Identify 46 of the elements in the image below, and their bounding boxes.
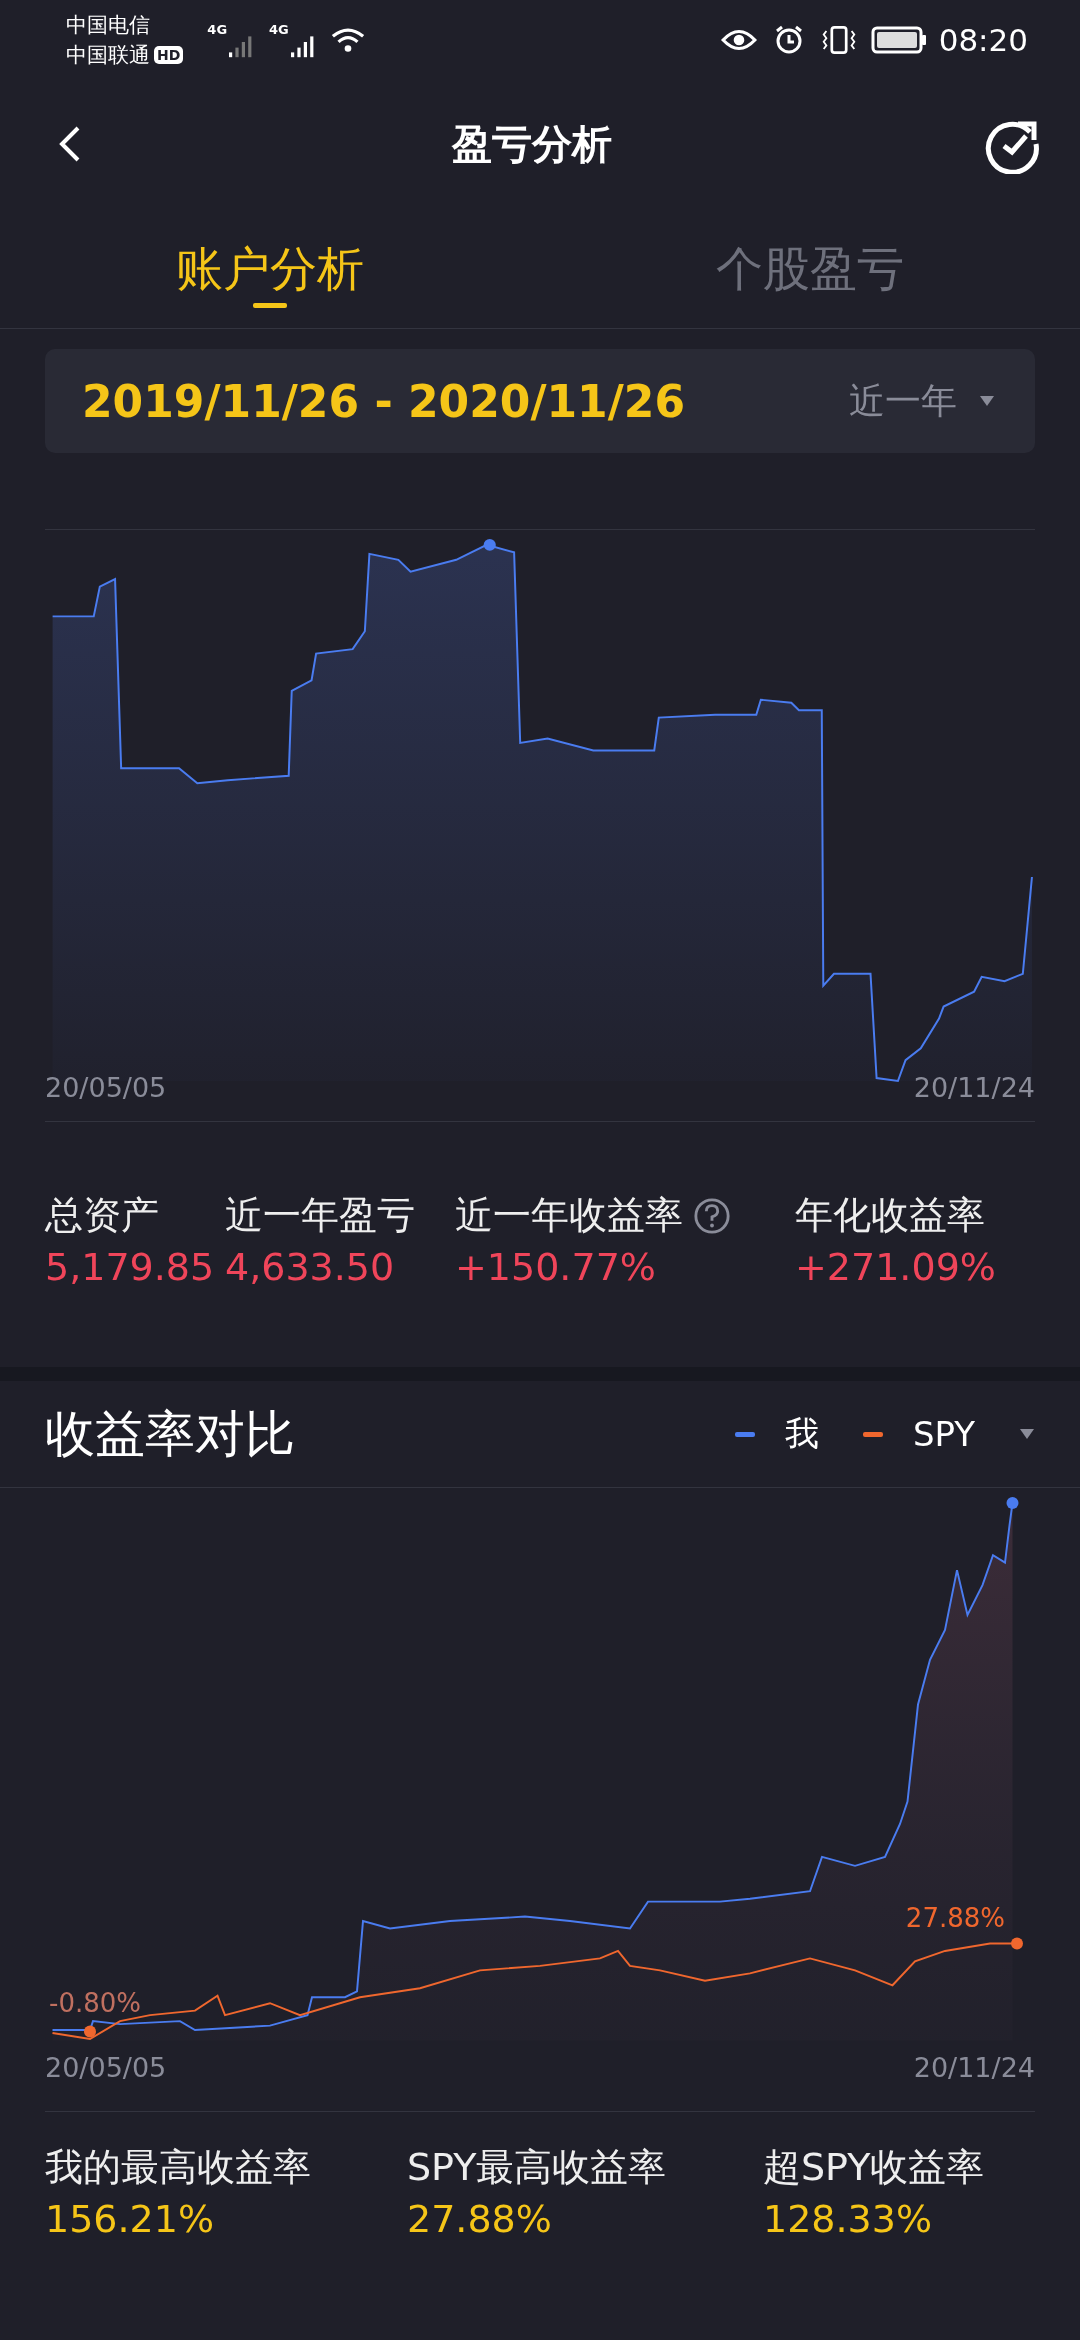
stat-value: +271.09%	[795, 1245, 997, 1289]
back-icon[interactable]	[58, 124, 82, 164]
section-title: 收益率对比	[45, 1403, 295, 1465]
stat-value: 156.21%	[45, 2197, 216, 2241]
dropdown-icon	[979, 395, 995, 407]
point-marker	[1011, 1937, 1023, 1950]
stat-value: 128.33%	[763, 2197, 934, 2241]
stat-value: 4,633.50	[225, 1245, 396, 1289]
legend-label: SPY	[912, 1414, 975, 1454]
legend-label: 我	[784, 1412, 819, 1455]
axis-label: 20/05/05	[45, 2052, 167, 2083]
period-label: 近一年	[849, 378, 957, 423]
stat-label: 总资产	[45, 1192, 159, 1239]
network-type: 4G	[269, 22, 289, 37]
axis-label: 20/11/24	[913, 2052, 1035, 2083]
network-type: 4G	[207, 22, 228, 37]
stat-value: +150.77%	[455, 1245, 657, 1289]
hd-badge: HD	[154, 46, 184, 64]
tab[interactable]: 账户分析	[0, 208, 540, 328]
stat-value: 27.88%	[407, 2197, 553, 2241]
wifi-icon	[330, 26, 365, 54]
help-icon[interactable]	[693, 1196, 731, 1235]
signal-icon	[229, 34, 254, 58]
signal-icon	[290, 34, 315, 58]
point-marker	[1006, 1496, 1019, 1509]
start-value-label: -0.80%	[49, 1988, 141, 2018]
vibrate-icon	[820, 25, 857, 55]
date-range-selector[interactable]: 2019/11/26 - 2020/11/26 近一年	[45, 349, 1035, 453]
clock-time: 08:20	[938, 22, 1028, 58]
axis-label: 20/05/05	[45, 1072, 167, 1103]
carrier-name: 中国联通	[66, 42, 150, 69]
date-range: 2019/11/26 - 2020/11/26	[82, 375, 687, 427]
stat-label: SPY最高收益率	[407, 2144, 668, 2191]
point-marker	[84, 2025, 96, 2038]
axis-label: 20/11/24	[913, 1072, 1035, 1103]
carrier-name: 中国电信	[66, 12, 151, 39]
stat-label: 我的最高收益率	[45, 2144, 312, 2191]
stat-value: 5,179.85	[45, 1245, 216, 1289]
battery-icon	[870, 26, 927, 54]
page-title: 盈亏分析	[452, 119, 612, 169]
end-value-label: 27.88%	[905, 1903, 1005, 1933]
dropdown-icon[interactable]	[1019, 1428, 1035, 1440]
stat-label: 超SPY收益率	[763, 2144, 986, 2191]
stat-label: 年化收益率	[795, 1192, 985, 1239]
stat-label: 近一年盈亏	[225, 1192, 415, 1239]
stat-label: 近一年收益率	[455, 1192, 683, 1239]
